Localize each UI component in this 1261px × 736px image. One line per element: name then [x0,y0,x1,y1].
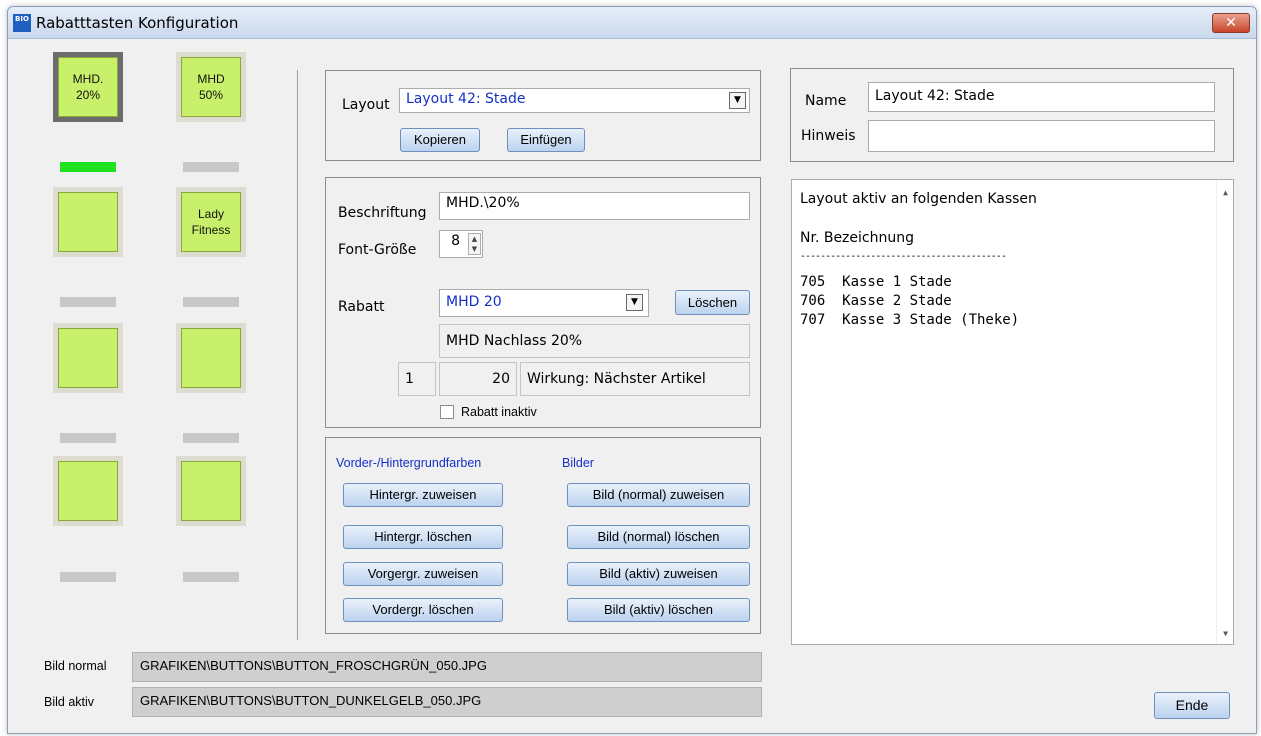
discount-key[interactable] [176,456,246,526]
image-normal-path: GRAFIKEN\BUTTONS\BUTTON_FROSCHGRÜN_050.J… [132,652,762,682]
paste-button[interactable]: Einfügen [507,128,585,152]
discount-key[interactable] [53,187,123,257]
discount-description: MHD Nachlass 20% [439,324,750,358]
chevron-down-icon[interactable]: ▼ [626,294,643,311]
discount-key[interactable] [53,456,123,526]
app-icon: BIO [13,14,31,32]
image-active-path: GRAFIKEN\BUTTONS\BUTTON_DUNKELGELB_050.J… [132,687,762,717]
caption-input[interactable]: MHD.\20% [439,192,750,220]
registers-divider: ----------------------------------------… [800,251,1007,262]
color-action-button[interactable]: Vorgergr. zuweisen [343,562,503,586]
key-properties-group: Beschriftung MHD.\20% Font-Größe 8 ▲ ▼ R… [325,177,761,428]
discount-number: 1 [398,362,436,396]
color-action-button[interactable]: Hintergr. zuweisen [343,483,503,507]
register-row: 705 Kasse 1 Stade [800,274,952,290]
discount-percent: 20 [439,362,517,396]
font-size-stepper[interactable]: ▲ ▼ [468,233,481,255]
key-status-indicator [60,572,116,582]
delete-discount-button[interactable]: Löschen [675,290,750,315]
registers-heading: Layout aktiv an folgenden Kassen [800,191,1037,207]
discount-key[interactable]: MHD. 20% [53,52,123,122]
discount-effect: Wirkung: Nächster Artikel [520,362,750,396]
key-status-indicator [183,162,239,172]
end-button[interactable]: Ende [1154,692,1230,719]
layout-select-value: Layout 42: Stade [406,91,526,107]
caption-label: Beschriftung [338,205,427,221]
image-normal-label: Bild normal [44,659,107,673]
inactive-label: Rabatt inaktiv [461,405,537,419]
inactive-checkbox[interactable] [440,405,454,419]
image-action-button[interactable]: Bild (aktiv) löschen [567,598,750,622]
registers-list[interactable]: Layout aktiv an folgenden Kassen Nr. Bez… [791,179,1234,645]
colors-heading: Vorder-/Hintergrundfarben [336,456,482,470]
window-title: Rabatttasten Konfiguration [36,14,239,32]
discount-key[interactable] [53,323,123,393]
name-input[interactable]: Layout 42: Stade [868,82,1215,112]
discount-key[interactable] [176,323,246,393]
scroll-down-icon[interactable]: ▼ [1217,629,1234,638]
chevron-up-icon[interactable]: ▲ [469,234,480,244]
key-status-indicator [60,162,116,172]
chevron-down-icon[interactable]: ▼ [729,92,746,109]
register-row: 706 Kasse 2 Stade [800,293,952,309]
discount-select-value: MHD 20 [446,294,502,310]
color-action-button[interactable]: Hintergr. löschen [343,525,503,549]
key-status-indicator [60,297,116,307]
font-size-label: Font-Größe [338,242,417,258]
key-status-indicator [60,433,116,443]
key-status-indicator [183,297,239,307]
layout-label: Layout [342,97,390,113]
key-status-indicator [183,433,239,443]
registers-scrollbar[interactable]: ▲ ▼ [1216,180,1233,644]
images-heading: Bilder [562,456,594,470]
discount-select[interactable]: MHD 20 [439,289,649,317]
registers-column-header: Nr. Bezeichnung [800,230,914,246]
image-action-button[interactable]: Bild (normal) löschen [567,525,750,549]
close-button[interactable]: ✕ [1212,13,1250,33]
config-window: BIO Rabatttasten Konfiguration ✕ MHD. 20… [7,6,1257,734]
colors-images-group: Vorder-/Hintergrundfarben Bilder Hinterg… [325,437,761,634]
note-input[interactable] [868,120,1215,152]
layout-group: Layout Layout 42: Stade ▼ Kopieren Einfü… [325,70,761,161]
key-status-indicator [183,572,239,582]
image-action-button[interactable]: Bild (normal) zuweisen [567,483,750,507]
note-label: Hinweis [801,128,856,144]
image-action-button[interactable]: Bild (aktiv) zuweisen [567,562,750,586]
image-active-label: Bild aktiv [44,695,95,709]
layout-info-group: Name Layout 42: Stade Hinweis [790,68,1234,162]
chevron-down-icon[interactable]: ▼ [469,244,480,254]
register-row: 707 Kasse 3 Stade (Theke) [800,312,1020,328]
scroll-up-icon[interactable]: ▲ [1217,188,1234,197]
name-label: Name [805,93,847,109]
title-bar: BIO Rabatttasten Konfiguration ✕ [8,7,1256,39]
copy-button[interactable]: Kopieren [400,128,480,152]
discount-label: Rabatt [338,299,385,315]
discount-key[interactable]: Lady Fitness [176,187,246,257]
layout-select[interactable]: Layout 42: Stade [399,88,750,113]
vertical-divider [297,70,298,640]
color-action-button[interactable]: Vordergr. löschen [343,598,503,622]
discount-key[interactable]: MHD 50% [176,52,246,122]
